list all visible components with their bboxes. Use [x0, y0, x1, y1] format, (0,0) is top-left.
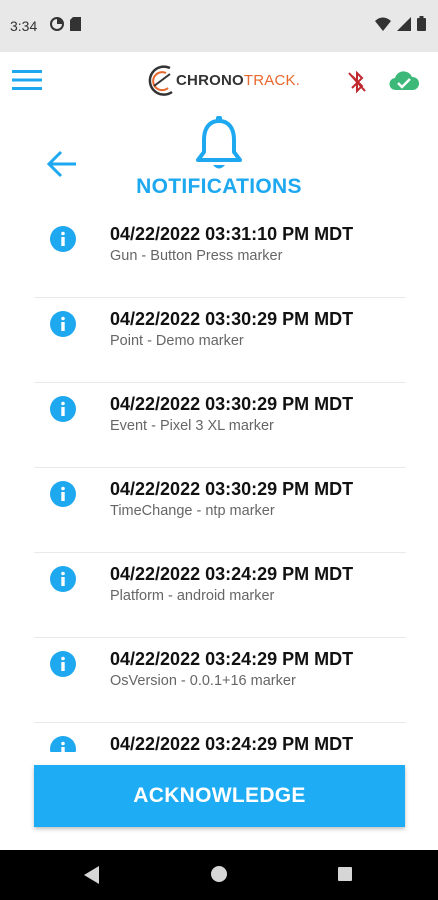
nav-recents-icon[interactable] [338, 867, 352, 881]
logo-text-chrono: CHRONO [176, 72, 244, 89]
info-icon [50, 651, 76, 677]
notification-timestamp: 04/22/2022 03:30:29 PM MDT [110, 394, 354, 414]
notification-timestamp: 04/22/2022 03:30:29 PM MDT [110, 309, 354, 329]
status-time: 3:34 [10, 18, 38, 34]
info-icon [50, 566, 76, 592]
page-title: NOTIFICATIONS [136, 175, 302, 198]
nav-home-icon[interactable] [211, 866, 227, 882]
info-icon [50, 481, 76, 507]
battery-icon [417, 16, 426, 31]
notifications-list[interactable]: 04/22/2022 03:31:10 PM MDT Gun - Button … [0, 212, 438, 752]
acknowledge-button[interactable]: ACKNOWLEDGE [34, 765, 405, 827]
logo-text-track: TRACK. [243, 72, 301, 89]
notification-message: Event - Pixel 3 XL marker [110, 418, 274, 434]
sim-card-icon [70, 17, 81, 31]
system-nav-bar [0, 850, 438, 900]
notification-message: Point - Demo marker [110, 333, 244, 349]
data-saver-icon [50, 17, 64, 31]
notification-message: TimeChange - ntp marker [110, 503, 275, 519]
info-icon [50, 226, 76, 252]
notification-item[interactable]: 04/22/2022 03:24:29 PM MDT Platform - an… [34, 552, 406, 638]
signal-icon [397, 16, 411, 31]
info-icon [50, 311, 76, 337]
info-icon [50, 396, 76, 422]
status-bar: 3:34 [0, 0, 438, 52]
notification-message: Gun - Button Press marker [110, 248, 283, 264]
nav-back-icon[interactable] [84, 866, 100, 884]
notification-item[interactable]: 04/22/2022 03:30:29 PM MDT TimeChange - … [34, 467, 406, 553]
notification-item[interactable]: 04/22/2022 03:24:29 PM MDT OsVersion - 0… [34, 637, 406, 723]
app-bar: CHRONOTRACK. [0, 52, 438, 110]
notification-timestamp: 04/22/2022 03:31:10 PM MDT [110, 224, 354, 244]
notification-item[interactable]: 04/22/2022 03:30:29 PM MDT Event - Pixel… [34, 382, 406, 468]
logo-swoosh-icon [148, 65, 173, 96]
notification-timestamp: 04/22/2022 03:30:29 PM MDT [110, 479, 354, 499]
notification-item[interactable]: 04/22/2022 03:24:29 PM MDT [34, 722, 406, 752]
bluetooth-disabled-icon[interactable] [346, 70, 368, 94]
notification-timestamp: 04/22/2022 03:24:29 PM MDT [110, 564, 354, 584]
bell-icon [196, 116, 242, 169]
chronotrack-logo: CHRONOTRACK. [146, 64, 300, 98]
notification-item[interactable]: 04/22/2022 03:31:10 PM MDT Gun - Button … [34, 212, 406, 298]
notification-message: OsVersion - 0.0.1+16 marker [110, 673, 296, 689]
notification-message: Platform - android marker [110, 588, 275, 604]
notification-timestamp: 04/22/2022 03:24:29 PM MDT [110, 734, 354, 752]
info-icon [50, 736, 76, 752]
wifi-icon [375, 17, 391, 31]
notification-timestamp: 04/22/2022 03:24:29 PM MDT [110, 649, 354, 669]
cloud-check-icon[interactable] [388, 70, 420, 92]
notification-item[interactable]: 04/22/2022 03:30:29 PM MDT Point - Demo … [34, 297, 406, 383]
menu-icon[interactable] [12, 68, 42, 92]
